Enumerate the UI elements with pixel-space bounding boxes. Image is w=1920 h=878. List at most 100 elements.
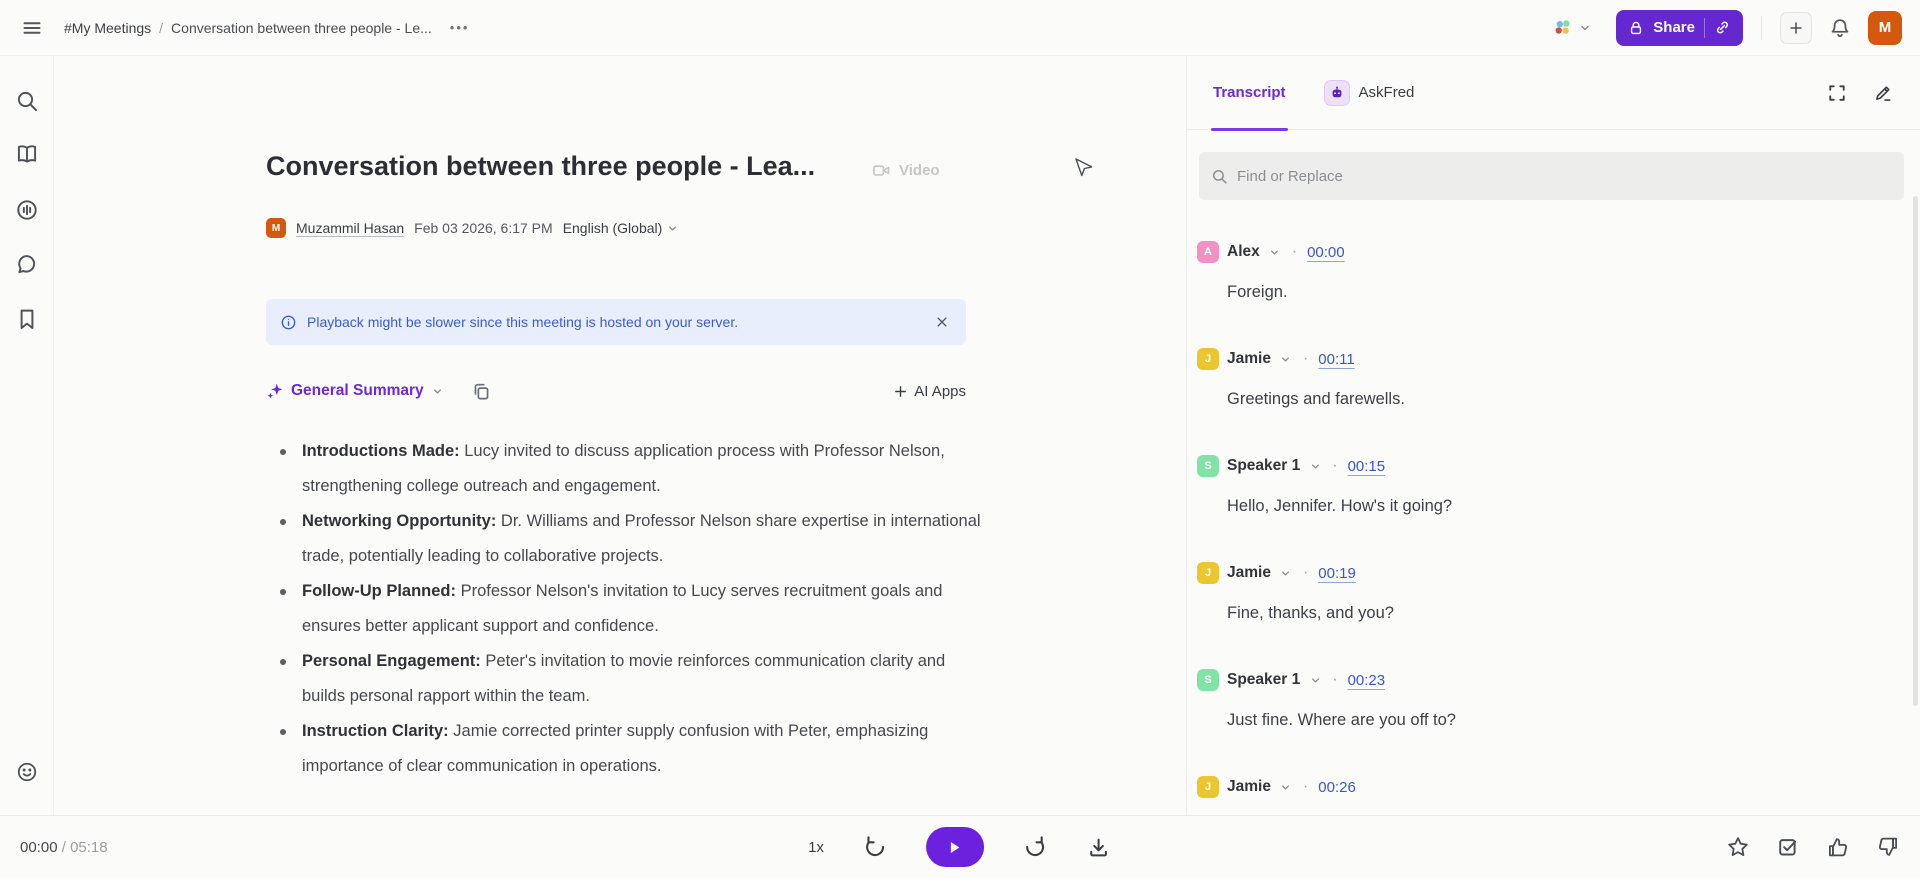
summary-bullet[interactable]: Follow-Up Planned: Professor Nelson's in… xyxy=(272,574,984,644)
rewind-icon[interactable] xyxy=(862,834,888,860)
transcript-entry: S Speaker 1 · 00:15 Hello, Jennifer. How… xyxy=(1197,454,1904,518)
breadcrumb: #My Meetings / Conversation between thre… xyxy=(64,20,432,36)
copy-summary-icon[interactable] xyxy=(470,379,494,403)
chevron-down-icon[interactable] xyxy=(1308,673,1322,687)
speaker-name[interactable]: Speaker 1 xyxy=(1227,457,1300,475)
entry-header: S Speaker 1 · 00:15 xyxy=(1197,454,1904,478)
transcript-entry: J Jamie · 00:26 xyxy=(1197,775,1904,799)
banner-close-icon[interactable] xyxy=(932,312,952,332)
meeting-datetime: Feb 03 2026, 6:17 PM xyxy=(414,220,553,236)
bullet-label: Networking Opportunity: xyxy=(302,512,497,530)
transcript-text[interactable]: Just fine. Where are you off to? xyxy=(1227,708,1904,732)
transcript-text[interactable]: Foreign. xyxy=(1227,280,1904,304)
star-icon[interactable] xyxy=(1726,835,1750,859)
user-avatar[interactable]: M xyxy=(1868,10,1902,45)
notifications-bell-icon[interactable] xyxy=(1826,14,1854,42)
share-button[interactable]: Share xyxy=(1616,9,1743,46)
summary-bullet[interactable]: Introductions Made: Lucy invited to disc… xyxy=(272,434,984,504)
bullet-label: Personal Engagement: xyxy=(302,652,481,670)
language-select[interactable]: English (Global) xyxy=(563,220,680,236)
tab-transcript[interactable]: Transcript xyxy=(1211,56,1288,131)
dot-separator: · xyxy=(1302,350,1309,367)
timestamp-link[interactable]: 00:00 xyxy=(1307,244,1345,261)
playback-time: 00:00 / 05:18 xyxy=(20,839,108,856)
fullscreen-icon[interactable] xyxy=(1826,82,1848,104)
speaker-name[interactable]: Jamie xyxy=(1227,564,1271,582)
entry-header: J Jamie · 00:26 xyxy=(1197,775,1904,799)
chevron-down-icon[interactable] xyxy=(1308,459,1322,473)
timestamp-link[interactable]: 00:23 xyxy=(1348,672,1386,689)
soundbites-icon[interactable] xyxy=(14,197,40,223)
breadcrumb-current[interactable]: Conversation between three people - Le..… xyxy=(171,20,432,36)
bookmark-icon[interactable] xyxy=(14,306,40,332)
play-button[interactable] xyxy=(925,827,984,867)
tasks-check-icon[interactable] xyxy=(1776,835,1800,859)
notebook-icon[interactable] xyxy=(14,141,40,167)
add-button[interactable] xyxy=(1780,11,1812,44)
info-icon xyxy=(280,314,297,331)
share-divider xyxy=(1704,17,1705,38)
playback-warning-banner: Playback might be slower since this meet… xyxy=(266,299,966,345)
timestamp-link[interactable]: 00:19 xyxy=(1318,565,1356,582)
feedback-smiley-icon[interactable] xyxy=(14,759,40,785)
download-icon[interactable] xyxy=(1086,834,1112,860)
transcript-text[interactable]: Greetings and farewells. xyxy=(1227,387,1904,411)
find-replace-input[interactable] xyxy=(1237,167,1892,185)
summary-bullet[interactable]: Personal Engagement: Peter's invitation … xyxy=(272,644,984,714)
chevron-down-icon[interactable] xyxy=(1279,566,1293,580)
search-icon[interactable] xyxy=(14,88,40,114)
copy-link-icon[interactable] xyxy=(1714,19,1731,36)
entry-header: S Speaker 1 · 00:23 xyxy=(1197,668,1904,692)
ai-apps-label: AI Apps xyxy=(914,382,966,400)
transcript-text[interactable]: Fine, thanks, and you? xyxy=(1227,601,1904,625)
summary-bullet[interactable]: Instruction Clarity: Jamie corrected pri… xyxy=(272,714,984,784)
speaker-avatar: J xyxy=(1197,776,1219,798)
owner-name[interactable]: Muzammil Hasan xyxy=(296,220,404,236)
askfred-robot-icon xyxy=(1323,79,1350,106)
left-sidebar xyxy=(0,56,54,815)
transcript-text[interactable]: Hello, Jennifer. How's it going? xyxy=(1227,494,1904,518)
breadcrumb-my-meetings[interactable]: #My Meetings xyxy=(64,20,151,36)
comments-icon[interactable] xyxy=(14,251,40,277)
speaker-name[interactable]: Jamie xyxy=(1227,350,1271,368)
timestamp-link[interactable]: 00:11 xyxy=(1318,351,1354,368)
speaker-name[interactable]: Alex xyxy=(1227,243,1260,261)
video-label: Video xyxy=(899,162,940,179)
playback-speed-button[interactable]: 1x xyxy=(808,839,824,856)
bullet-label: Follow-Up Planned: xyxy=(302,582,456,600)
tab-askfred[interactable]: AskFred xyxy=(1323,79,1414,106)
chevron-down-icon xyxy=(666,222,679,235)
integrations-menu[interactable] xyxy=(1552,17,1592,39)
forward-icon[interactable] xyxy=(1022,834,1048,860)
video-toggle[interactable]: Video xyxy=(872,161,940,180)
meeting-notes-app: #My Meetings / Conversation between thre… xyxy=(0,0,1920,878)
entry-header: A Alex · 00:00 xyxy=(1197,240,1904,264)
transcript-entry: J Jamie · 00:19 Fine, thanks, and you? xyxy=(1197,561,1904,625)
top-bar: #My Meetings / Conversation between thre… xyxy=(0,0,1920,56)
active-tab-underline xyxy=(1211,127,1288,131)
timestamp-link[interactable]: 00:15 xyxy=(1348,458,1386,475)
chevron-down-icon[interactable] xyxy=(1279,352,1293,366)
ai-apps-button[interactable]: AI Apps xyxy=(893,383,966,400)
summary-select-label: General Summary xyxy=(291,382,424,399)
more-options-icon[interactable]: ••• xyxy=(450,20,470,35)
scrollbar[interactable] xyxy=(1913,196,1918,706)
timestamp-link[interactable]: 00:26 xyxy=(1318,779,1356,796)
speaker-name[interactable]: Jamie xyxy=(1227,778,1271,796)
summary-bullet[interactable]: Networking Opportunity: Dr. Williams and… xyxy=(272,504,984,574)
sparkles-icon xyxy=(266,382,284,400)
hamburger-menu-icon[interactable] xyxy=(18,14,46,42)
meeting-title[interactable]: Conversation between three people - Lea.… xyxy=(266,151,826,182)
topbar-divider xyxy=(1761,15,1762,40)
summary-type-select[interactable]: General Summary xyxy=(266,382,444,400)
speaker-name[interactable]: Speaker 1 xyxy=(1227,671,1300,689)
thumbs-up-icon[interactable] xyxy=(1826,835,1850,859)
thumbs-down-icon[interactable] xyxy=(1876,835,1900,859)
summary-toolbar: General Summary AI Apps xyxy=(266,379,966,403)
time-separator: / xyxy=(61,838,66,856)
integration-app-icon xyxy=(1552,17,1574,39)
meeting-content: Conversation between three people - Lea.… xyxy=(54,56,1186,815)
chevron-down-icon[interactable] xyxy=(1279,780,1293,794)
chevron-down-icon[interactable] xyxy=(1268,245,1282,259)
edit-pencil-icon[interactable] xyxy=(1872,82,1894,104)
